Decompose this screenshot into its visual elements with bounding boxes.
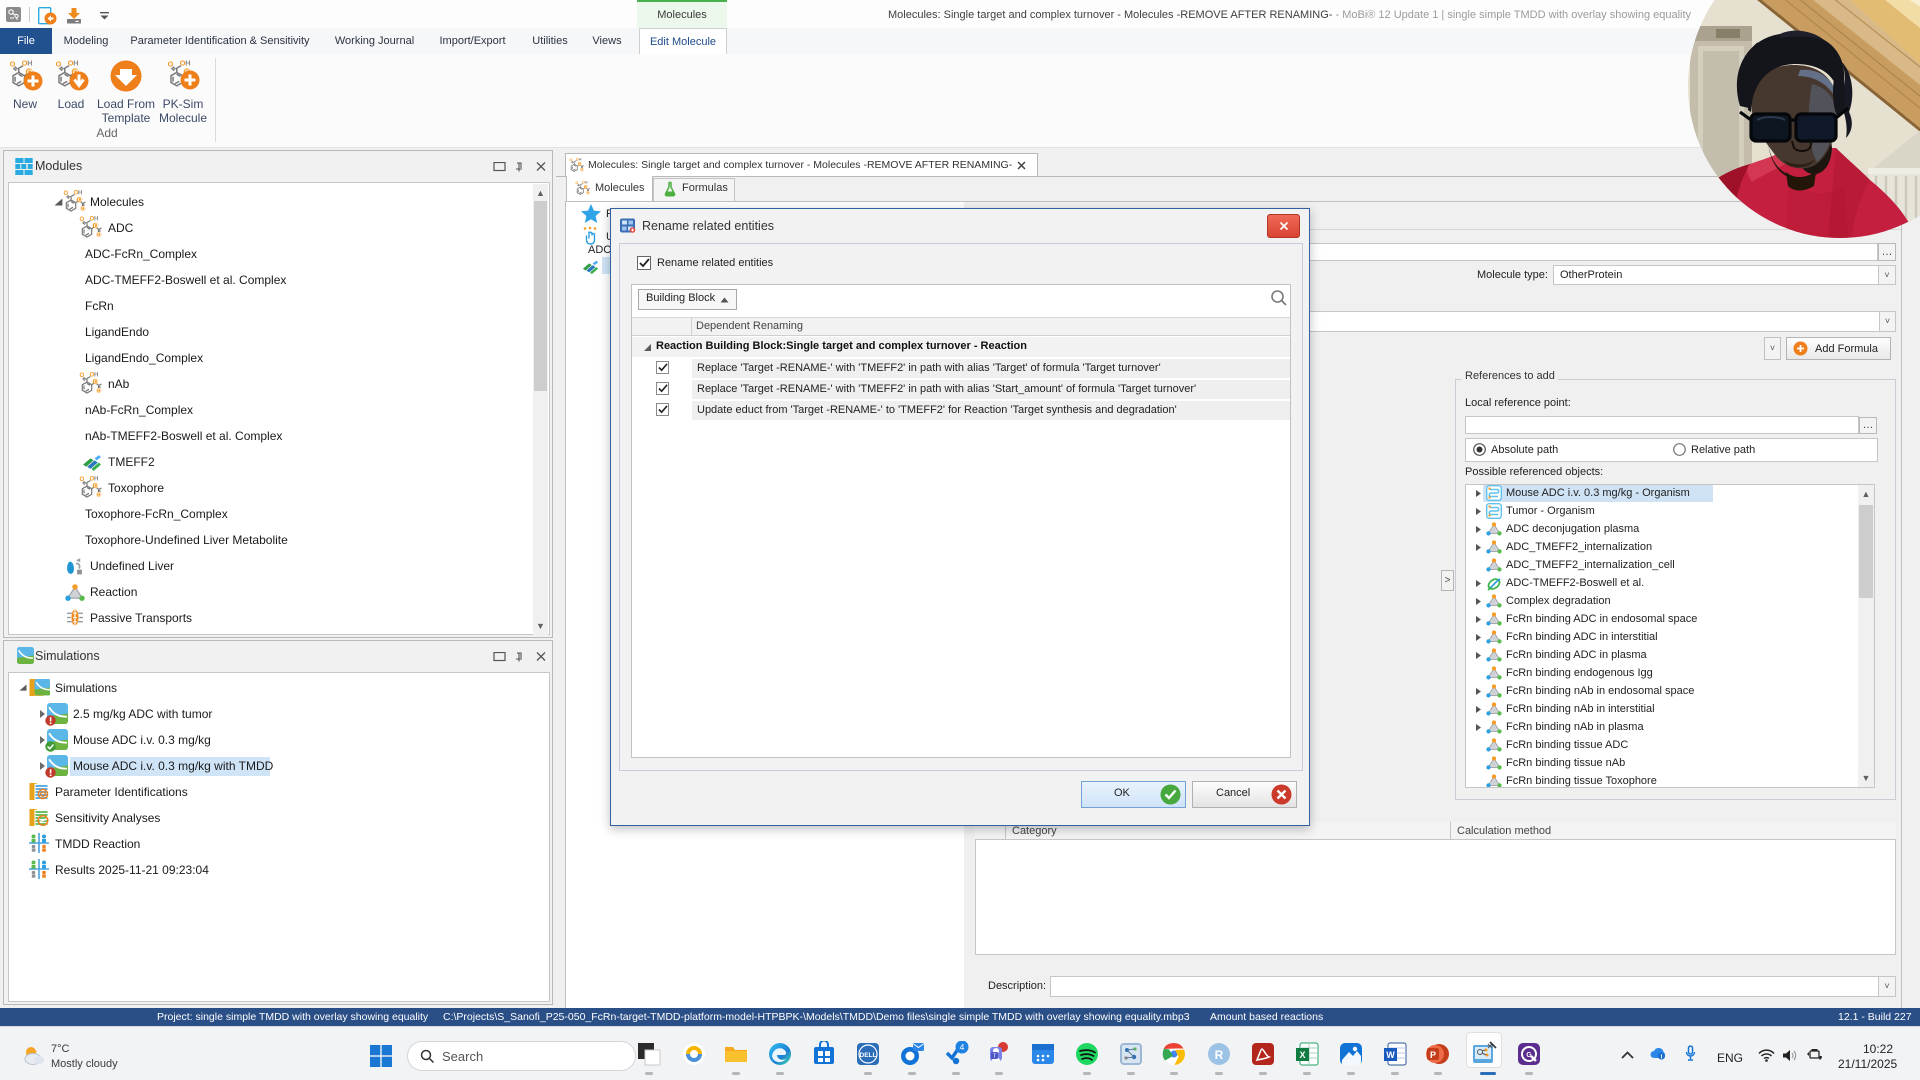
svg-text:R: R bbox=[1215, 1048, 1224, 1062]
svg-text:i: i bbox=[1661, 1053, 1663, 1060]
svg-text:X: X bbox=[1299, 1050, 1305, 1060]
svg-text:DELL: DELL bbox=[860, 1052, 877, 1059]
svg-text:W: W bbox=[1386, 1050, 1395, 1060]
svg-text:P: P bbox=[1430, 1050, 1436, 1060]
svg-text:G: G bbox=[1526, 1052, 1532, 1059]
svg-text:4: 4 bbox=[960, 1042, 965, 1052]
